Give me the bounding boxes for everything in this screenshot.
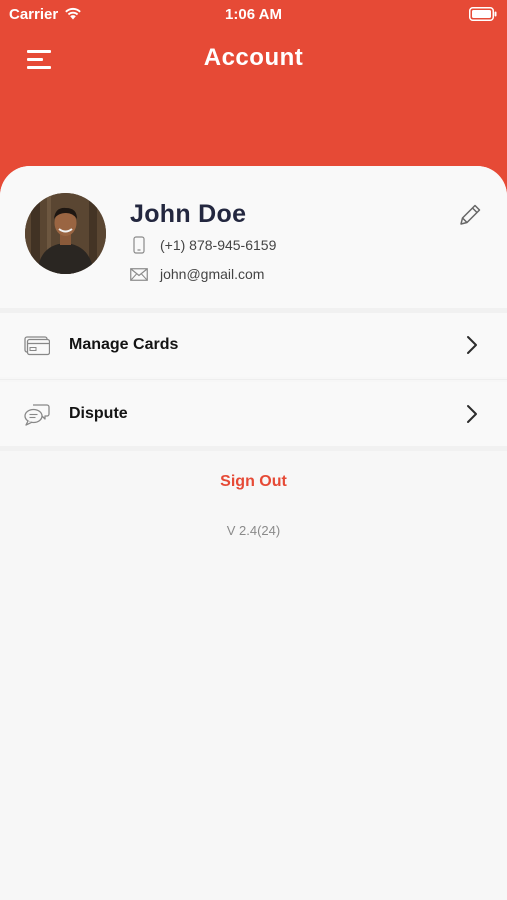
email-row: john@gmail.com bbox=[130, 266, 264, 282]
sign-out-button[interactable]: Sign Out bbox=[0, 473, 507, 491]
mail-icon bbox=[130, 267, 148, 281]
avatar bbox=[25, 193, 106, 274]
credit-card-icon bbox=[24, 336, 50, 356]
user-name: John Doe bbox=[130, 200, 247, 228]
page-title: Account bbox=[203, 44, 304, 71]
section-divider bbox=[0, 446, 507, 451]
manage-cards-label: Manage Cards bbox=[69, 336, 179, 353]
phone-icon bbox=[133, 236, 145, 254]
edit-profile-button[interactable] bbox=[457, 202, 483, 228]
status-bar: Carrier 1:06 AM bbox=[0, 0, 507, 28]
avatar-photo-image bbox=[25, 193, 106, 274]
row-separator bbox=[0, 379, 507, 380]
profile-card: John Doe (+1) 878-945-6159 john@gmail.co… bbox=[0, 166, 507, 308]
content-sheet: John Doe (+1) 878-945-6159 john@gmail.co… bbox=[0, 166, 507, 900]
status-time: 1:06 AM bbox=[225, 6, 282, 23]
battery-icon bbox=[469, 7, 497, 21]
dispute-row[interactable]: Dispute bbox=[0, 382, 507, 446]
manage-cards-row[interactable]: Manage Cards bbox=[0, 313, 507, 377]
app-version: V 2.4(24) bbox=[226, 523, 281, 538]
phone-number: (+1) 878-945-6159 bbox=[160, 237, 277, 253]
phone-row: (+1) 878-945-6159 bbox=[130, 236, 276, 254]
chevron-right-icon bbox=[467, 405, 477, 423]
email-address: john@gmail.com bbox=[160, 266, 265, 282]
chevron-right-icon bbox=[467, 336, 477, 354]
chat-bubbles-icon bbox=[24, 404, 50, 426]
dispute-label: Dispute bbox=[69, 405, 128, 422]
pencil-icon bbox=[460, 204, 481, 225]
nav-bar: Account bbox=[0, 40, 507, 80]
